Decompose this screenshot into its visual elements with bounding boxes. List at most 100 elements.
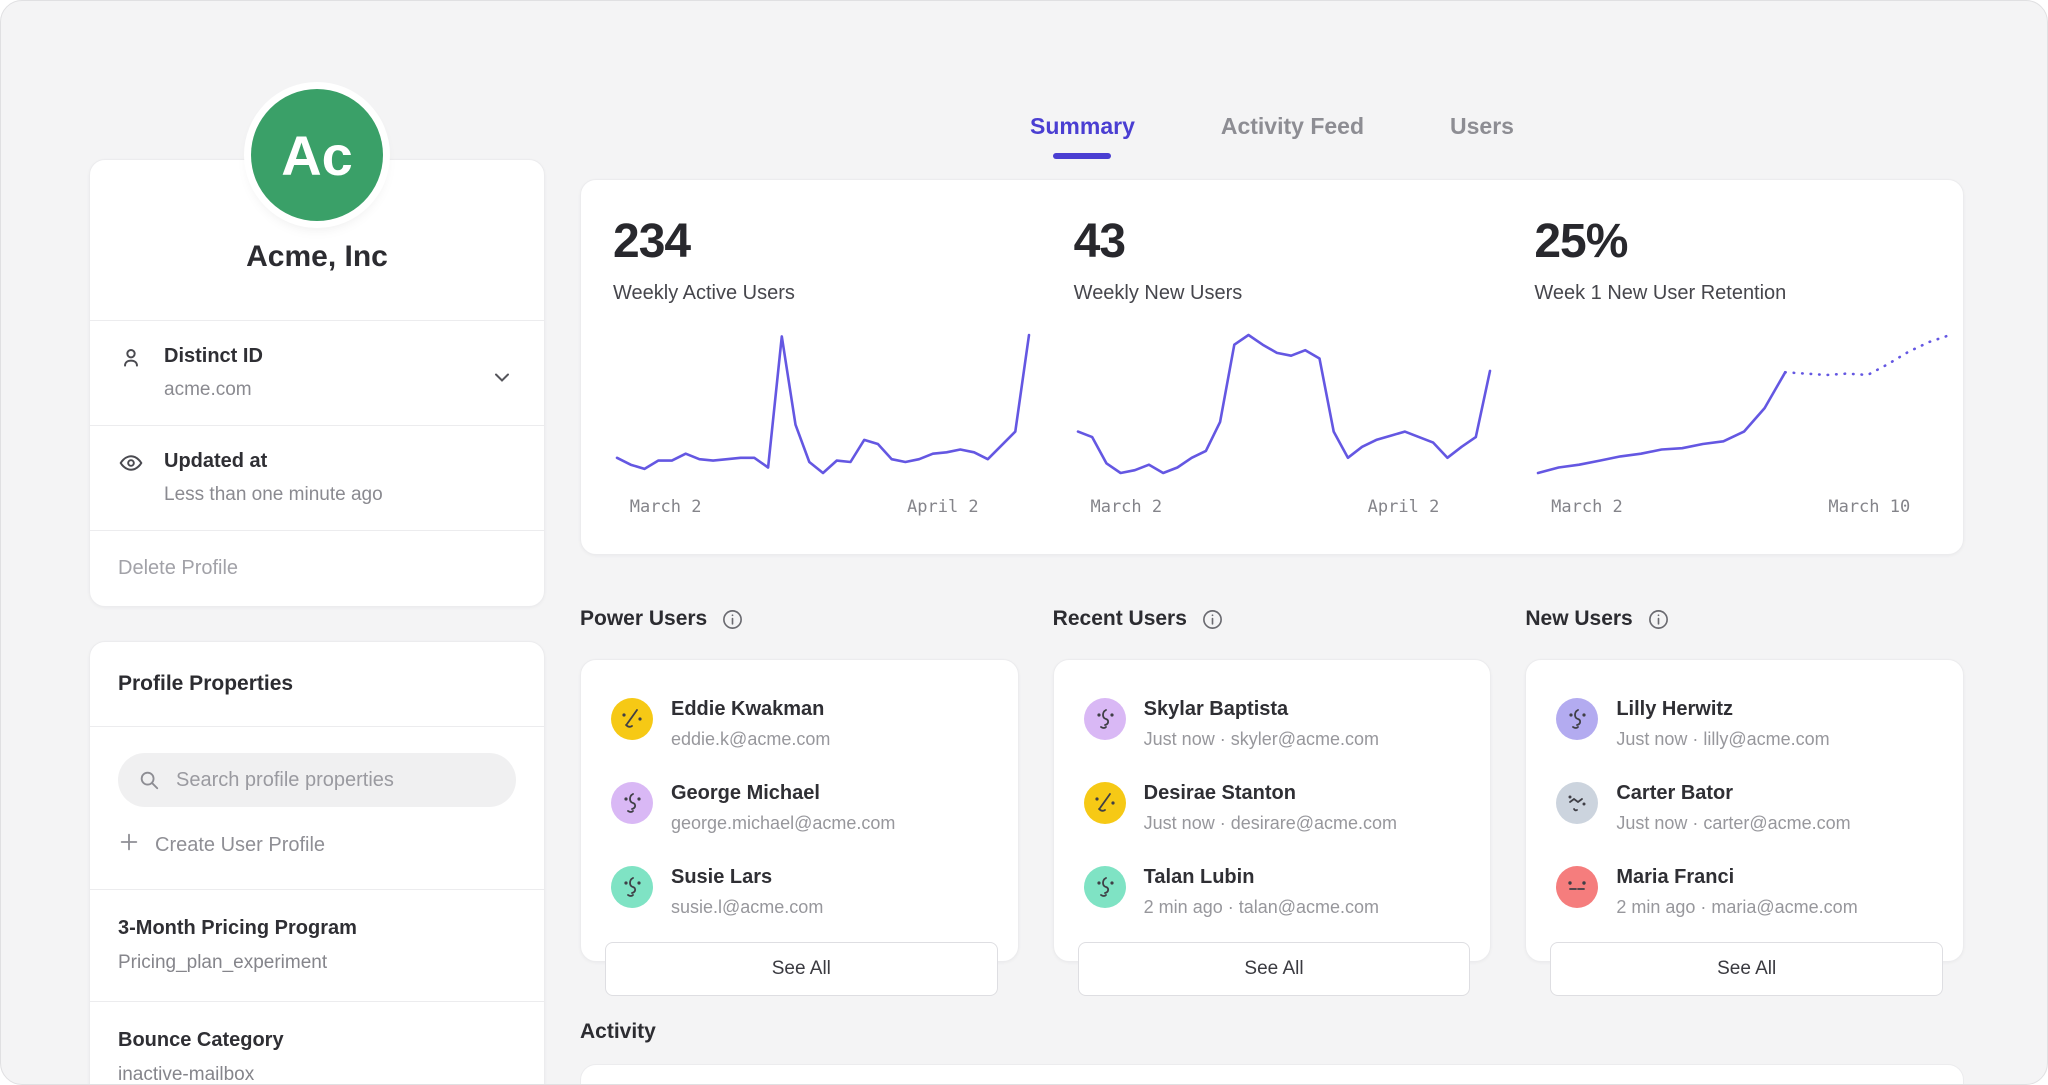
tab-users[interactable]: Users bbox=[1450, 113, 1514, 153]
user-row[interactable]: Desirae Stanton Just now · desirare@acme… bbox=[1078, 774, 1471, 858]
list-title: Power Users bbox=[580, 607, 707, 631]
user-name: Lilly Herwitz bbox=[1616, 698, 1829, 721]
user-row[interactable]: Eddie Kwakman eddie.k@acme.com bbox=[605, 690, 998, 774]
user-meta: Just now · skyler@acme.com bbox=[1144, 729, 1379, 750]
user-row[interactable]: George Michael george.michael@acme.com bbox=[605, 774, 998, 858]
plus-icon bbox=[118, 831, 140, 859]
user-avatar bbox=[1084, 782, 1126, 824]
user-meta: 2 min ago · talan@acme.com bbox=[1144, 897, 1379, 918]
profile-properties-card: Profile Properties Create User Profile 3… bbox=[89, 641, 545, 1085]
stat-value: 234 bbox=[613, 214, 1042, 269]
updated-at-row: Updated at Less than one minute ago bbox=[90, 425, 544, 530]
user-name: Desirae Stanton bbox=[1144, 782, 1397, 805]
property-name: 3-Month Pricing Program bbox=[118, 917, 516, 940]
property-value: Pricing_plan_experiment bbox=[118, 952, 516, 974]
list-title: Recent Users bbox=[1053, 607, 1187, 631]
stat-weekly-new-users: 43 Weekly New Users March 2 April 2 bbox=[1042, 180, 1503, 554]
user-list-recent-users: Recent Users Skylar Baptista Just now · … bbox=[1053, 607, 1492, 962]
create-user-profile-button[interactable]: Create User Profile bbox=[118, 831, 516, 859]
company-avatar: Ac bbox=[251, 89, 383, 221]
user-name: George Michael bbox=[671, 782, 895, 805]
tab-activity-feed[interactable]: Activity Feed bbox=[1221, 113, 1364, 153]
user-row[interactable]: Susie Lars susie.l@acme.com bbox=[605, 858, 998, 942]
stat-label: Week 1 New User Retention bbox=[1534, 282, 1963, 305]
see-all-button[interactable]: See All bbox=[1550, 942, 1943, 996]
user-avatar bbox=[611, 866, 653, 908]
profile-properties-title: Profile Properties bbox=[90, 642, 544, 727]
stat-value: 43 bbox=[1074, 214, 1503, 269]
user-avatar bbox=[611, 698, 653, 740]
search-input[interactable] bbox=[118, 753, 516, 807]
x-axis-labels: March 2 April 2 bbox=[613, 497, 1033, 519]
activity-section-title: Activity bbox=[580, 1020, 1964, 1044]
stat-weekly-active-users: 234 Weekly Active Users March 2 April 2 bbox=[581, 180, 1042, 554]
list-header: Recent Users bbox=[1053, 607, 1492, 631]
user-avatar bbox=[1556, 866, 1598, 908]
property-value: inactive-mailbox bbox=[118, 1064, 516, 1085]
user-list-card: Skylar Baptista Just now · skyler@acme.c… bbox=[1053, 659, 1492, 962]
distinct-id-row[interactable]: Distinct ID acme.com bbox=[90, 320, 544, 425]
user-avatar bbox=[1084, 866, 1126, 908]
person-icon bbox=[118, 345, 146, 376]
x-tick-label: April 2 bbox=[1368, 497, 1440, 517]
user-row[interactable]: Maria Franci 2 min ago · maria@acme.com bbox=[1550, 858, 1943, 942]
info-icon[interactable] bbox=[721, 608, 744, 631]
updated-at-label: Updated at bbox=[164, 450, 383, 473]
user-name: Skylar Baptista bbox=[1144, 698, 1379, 721]
user-meta: Just now · desirare@acme.com bbox=[1144, 813, 1397, 834]
profile-summary-card: Acme, Inc Distinct ID acme.com bbox=[89, 159, 545, 607]
x-tick-label: March 2 bbox=[1551, 497, 1623, 517]
user-row[interactable]: Skylar Baptista Just now · skyler@acme.c… bbox=[1078, 690, 1471, 774]
profile-sidebar: Ac Acme, Inc Distinct ID acme.com bbox=[89, 71, 545, 1085]
user-avatar bbox=[611, 782, 653, 824]
user-list-power-users: Power Users Eddie Kwakman eddie.k@acme.c… bbox=[580, 607, 1019, 962]
user-meta: eddie.k@acme.com bbox=[671, 729, 830, 750]
stat-week1-retention: 25% Week 1 New User Retention March 2 Ma… bbox=[1502, 180, 1963, 554]
user-avatar bbox=[1556, 782, 1598, 824]
distinct-id-value: acme.com bbox=[164, 379, 263, 401]
updated-at-value: Less than one minute ago bbox=[164, 484, 383, 506]
info-icon[interactable] bbox=[1647, 608, 1670, 631]
create-user-profile-label: Create User Profile bbox=[155, 834, 325, 857]
list-title: New Users bbox=[1525, 607, 1632, 631]
see-all-button[interactable]: See All bbox=[1078, 942, 1471, 996]
stat-value: 25% bbox=[1534, 214, 1963, 269]
eye-icon bbox=[118, 450, 146, 481]
search-icon bbox=[138, 769, 160, 796]
chevron-down-icon[interactable] bbox=[490, 365, 514, 394]
user-meta: george.michael@acme.com bbox=[671, 813, 895, 834]
user-list-new-users: New Users Lilly Herwitz Just now · lilly… bbox=[1525, 607, 1964, 962]
property-row: 3-Month Pricing Program Pricing_plan_exp… bbox=[90, 889, 544, 1001]
user-lists-row: Power Users Eddie Kwakman eddie.k@acme.c… bbox=[580, 607, 1964, 962]
x-tick-label: April 2 bbox=[907, 497, 979, 517]
main-content: Summary Activity Feed Users 234 Weekly A… bbox=[580, 1, 1964, 1085]
x-axis-labels: March 2 April 2 bbox=[1074, 497, 1494, 519]
distinct-id-label: Distinct ID bbox=[164, 345, 263, 368]
list-header: Power Users bbox=[580, 607, 1019, 631]
tab-summary[interactable]: Summary bbox=[1030, 113, 1135, 153]
x-tick-label: March 2 bbox=[630, 497, 702, 517]
user-name: Maria Franci bbox=[1616, 866, 1857, 889]
property-row: Bounce Category inactive-mailbox bbox=[90, 1001, 544, 1085]
see-all-button[interactable]: See All bbox=[605, 942, 998, 996]
x-tick-label: March 2 bbox=[1090, 497, 1162, 517]
user-meta: Just now · carter@acme.com bbox=[1616, 813, 1850, 834]
list-header: New Users bbox=[1525, 607, 1964, 631]
delete-profile-button[interactable]: Delete Profile bbox=[90, 530, 544, 606]
user-meta: 2 min ago · maria@acme.com bbox=[1616, 897, 1857, 918]
user-list-card: Eddie Kwakman eddie.k@acme.com George Mi… bbox=[580, 659, 1019, 962]
profile-properties-search bbox=[118, 753, 516, 807]
summary-stats-card: 234 Weekly Active Users March 2 April 2 … bbox=[580, 179, 1964, 555]
user-avatar bbox=[1556, 698, 1598, 740]
weekly-new-users-sparkline bbox=[1074, 329, 1494, 479]
property-name: Bounce Category bbox=[118, 1029, 516, 1052]
info-icon[interactable] bbox=[1201, 608, 1224, 631]
stat-label: Weekly New Users bbox=[1074, 282, 1503, 305]
weekly-active-users-sparkline bbox=[613, 329, 1033, 479]
user-name: Carter Bator bbox=[1616, 782, 1850, 805]
user-row[interactable]: Talan Lubin 2 min ago · talan@acme.com bbox=[1078, 858, 1471, 942]
user-row[interactable]: Carter Bator Just now · carter@acme.com bbox=[1550, 774, 1943, 858]
user-row[interactable]: Lilly Herwitz Just now · lilly@acme.com bbox=[1550, 690, 1943, 774]
user-name: Susie Lars bbox=[671, 866, 823, 889]
user-list-card: Lilly Herwitz Just now · lilly@acme.com … bbox=[1525, 659, 1964, 962]
